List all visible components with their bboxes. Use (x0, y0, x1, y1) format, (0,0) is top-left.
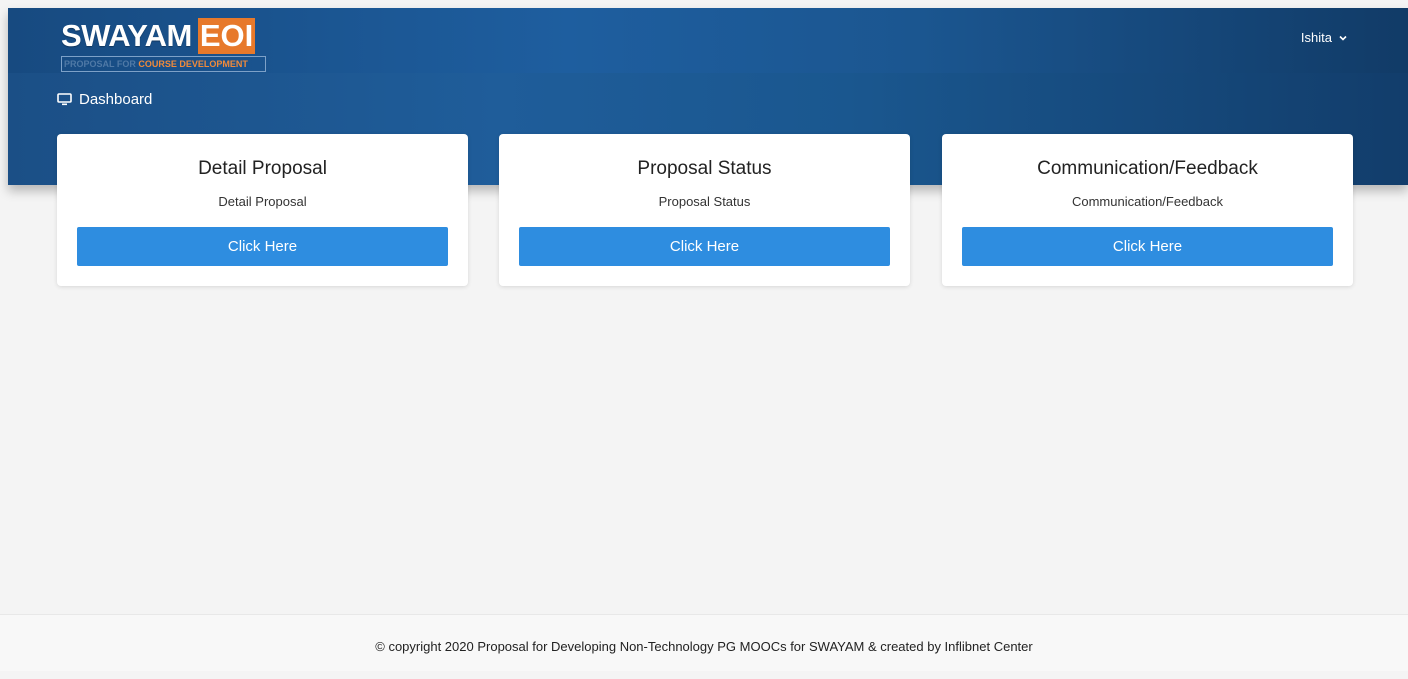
card-title: Proposal Status (637, 158, 772, 179)
footer-copyright: © copyright 2020 Proposal for Developing… (375, 639, 1033, 654)
chevron-down-icon (1339, 35, 1347, 41)
logo-main-text: SWAYAM (61, 18, 192, 53)
logo-wordmark: SWAYAM EOI (61, 16, 256, 56)
top-navbar: SWAYAM EOI PROPOSAL FOR COURSE DEVELOPME… (8, 8, 1408, 73)
detail-proposal-button[interactable]: Click Here (77, 227, 448, 266)
card-detail-proposal: Detail Proposal Detail Proposal Click He… (57, 134, 468, 286)
swayam-eoi-logo[interactable]: SWAYAM EOI PROPOSAL FOR COURSE DEVELOPME… (61, 16, 266, 73)
user-name: Ishita (1300, 30, 1332, 45)
breadcrumb-dashboard[interactable]: Dashboard (57, 91, 152, 108)
card-subtitle: Detail Proposal (218, 194, 307, 209)
monitor-icon (57, 93, 72, 106)
logo-tagline: PROPOSAL FOR COURSE DEVELOPMENT (61, 56, 266, 72)
card-title: Communication/Feedback (1037, 158, 1258, 179)
proposal-status-button[interactable]: Click Here (519, 227, 890, 266)
footer: © copyright 2020 Proposal for Developing… (0, 614, 1408, 671)
logo-tagline-part2: COURSE DEVELOPMENT (138, 59, 248, 69)
breadcrumb-label: Dashboard (79, 91, 153, 108)
communication-feedback-button[interactable]: Click Here (962, 227, 1333, 266)
logo-accent-text: EOI (197, 18, 256, 54)
card-communication-feedback: Communication/Feedback Communication/Fee… (942, 134, 1353, 286)
user-menu-dropdown[interactable]: Ishita (1301, 30, 1348, 45)
logo-tagline-part1: PROPOSAL FOR (64, 59, 139, 69)
card-title: Detail Proposal (198, 158, 327, 179)
card-proposal-status: Proposal Status Proposal Status Click He… (499, 134, 910, 286)
card-subtitle: Communication/Feedback (1071, 194, 1224, 209)
card-subtitle: Proposal Status (658, 194, 751, 209)
